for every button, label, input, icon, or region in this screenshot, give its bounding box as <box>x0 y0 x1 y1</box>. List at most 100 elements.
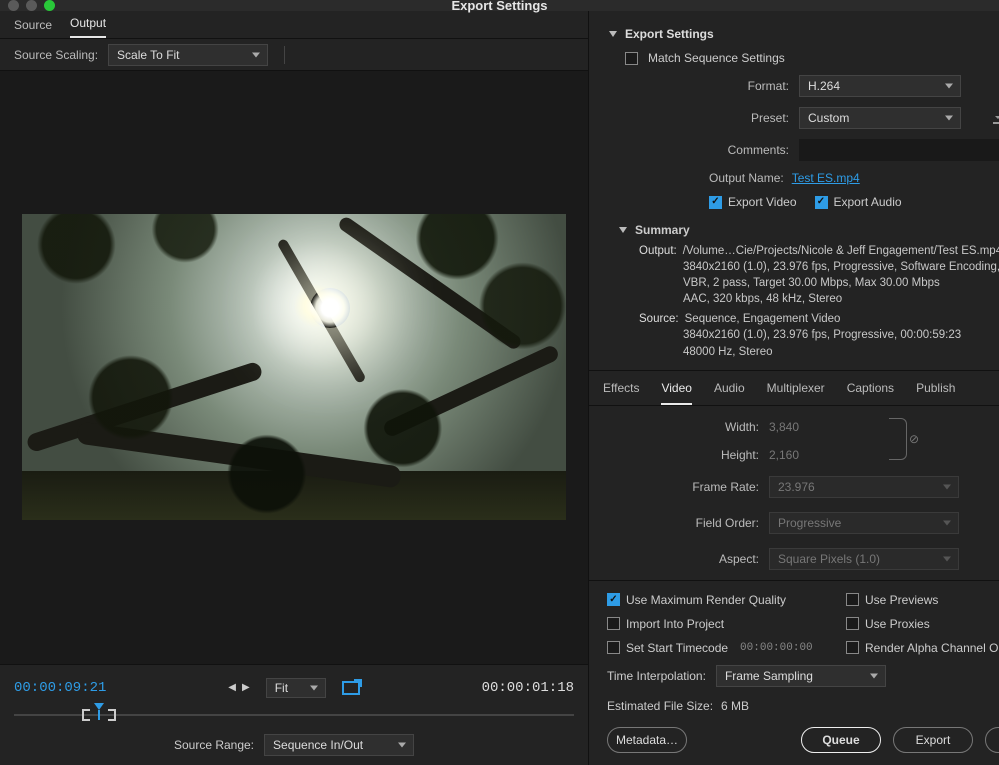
previews-label: Use Previews <box>865 593 938 607</box>
tab-output[interactable]: Output <box>70 16 106 38</box>
export-button[interactable]: Export <box>893 727 973 753</box>
time-interp-label: Time Interpolation: <box>607 669 706 683</box>
window-close-button[interactable] <box>8 0 19 11</box>
tab-audio[interactable]: Audio <box>714 381 745 405</box>
step-back-icon[interactable]: ◀ <box>228 682 236 693</box>
match-sequence-checkbox[interactable] <box>625 52 638 65</box>
video-settings-body: Width: 3,840 Height: 2,160 ⊘ Frame Rate:… <box>589 406 999 580</box>
source-scaling-label: Source Scaling: <box>14 48 98 62</box>
tab-publish[interactable]: Publish <box>916 381 955 405</box>
max-quality-checkbox[interactable] <box>607 593 620 606</box>
summary-output-line4: AAC, 320 kbps, 48 kHz, Stereo <box>639 291 999 307</box>
playhead-handle[interactable] <box>94 705 104 715</box>
aspect-label: Aspect: <box>609 552 759 566</box>
settings-panel: Export Settings Match Sequence Settings … <box>589 11 999 765</box>
summary-output-line2: 3840x2160 (1.0), 23.976 fps, Progressive… <box>639 259 999 275</box>
zoom-fit-select[interactable]: Fit <box>266 678 326 698</box>
alpha-checkbox[interactable] <box>846 641 859 654</box>
summary-output-line3: VBR, 2 pass, Target 30.00 Mbps, Max 30.0… <box>639 275 999 291</box>
export-settings-heading: Export Settings <box>625 27 714 41</box>
dimensions-bracket <box>889 418 907 460</box>
width-label: Width: <box>609 420 759 434</box>
framerate-select[interactable]: 23.976 <box>769 476 959 498</box>
output-name-label: Output Name: <box>709 171 784 185</box>
match-sequence-label: Match Sequence Settings <box>648 51 785 65</box>
transport-controls: 00:00:09:21 ◀ ▶ Fit 00:00:01:18 <box>0 664 588 765</box>
summary-output-path: /Volume…Cie/Projects/Nicole & Jeff Engag… <box>683 243 999 259</box>
format-select[interactable]: H.264 <box>799 75 961 97</box>
metadata-button[interactable]: Metadata… <box>607 727 687 753</box>
alpha-label: Render Alpha Channel Only <box>865 641 999 655</box>
comments-label: Comments: <box>609 143 789 157</box>
preset-label: Preset: <box>609 111 789 125</box>
source-range-label: Source Range: <box>174 738 254 752</box>
timecode-duration: 00:00:01:18 <box>482 680 574 696</box>
fieldorder-label: Field Order: <box>609 516 759 530</box>
cancel-button[interactable]: Cancel <box>985 727 999 753</box>
summary-heading: Summary <box>635 223 690 237</box>
summary-output-label: Output: <box>639 243 677 259</box>
export-audio-label: Export Audio <box>834 195 902 209</box>
preview-frame <box>22 214 566 520</box>
aspect-select[interactable]: Square Pixels (1.0) <box>769 548 959 570</box>
export-video-checkbox[interactable] <box>709 196 722 209</box>
preset-select[interactable]: Custom <box>799 107 961 129</box>
chevron-down-icon[interactable] <box>609 31 617 37</box>
range-slider[interactable] <box>14 705 574 725</box>
framerate-label: Frame Rate: <box>609 480 759 494</box>
safe-areas-icon[interactable] <box>342 681 360 695</box>
start-tc-value[interactable]: 00:00:00:00 <box>740 642 813 654</box>
height-value[interactable]: 2,160 <box>769 448 909 462</box>
tab-multiplexer[interactable]: Multiplexer <box>767 381 825 405</box>
preview-panel: Source Output Source Scaling: Scale To F… <box>0 11 589 765</box>
queue-button[interactable]: Queue <box>801 727 881 753</box>
import-project-label: Import Into Project <box>626 617 724 631</box>
source-range-select[interactable]: Sequence In/Out <box>264 734 414 756</box>
summary-source-line2: 3840x2160 (1.0), 23.976 fps, Progressive… <box>639 327 999 343</box>
start-tc-label: Set Start Timecode <box>626 641 728 655</box>
summary-block: Output: /Volume…Cie/Projects/Nicole & Jef… <box>639 243 999 360</box>
max-quality-label: Use Maximum Render Quality <box>626 593 786 607</box>
summary-source-line3: 48000 Hz, Stereo <box>639 344 999 360</box>
preview-tabs: Source Output <box>0 11 588 39</box>
format-label: Format: <box>609 79 789 93</box>
output-name-link[interactable]: Test ES.mp4 <box>792 171 860 185</box>
window-controls <box>8 0 55 11</box>
export-options-section: Use Maximum Render Quality Use Previews … <box>589 580 999 765</box>
tab-source[interactable]: Source <box>14 18 52 38</box>
link-dimensions-icon[interactable]: ⊘ <box>909 432 919 446</box>
tab-captions[interactable]: Captions <box>847 381 894 405</box>
comments-input[interactable] <box>799 139 999 161</box>
fieldorder-select[interactable]: Progressive <box>769 512 959 534</box>
chevron-down-icon[interactable] <box>619 227 627 233</box>
preview-area[interactable] <box>0 71 588 664</box>
height-label: Height: <box>609 448 759 462</box>
out-point-handle[interactable] <box>108 709 116 721</box>
source-scaling-select[interactable]: Scale To Fit <box>108 44 268 66</box>
estimated-size-label: Estimated File Size: <box>607 699 713 713</box>
titlebar: Export Settings <box>0 0 999 11</box>
window-minimize-button[interactable] <box>26 0 37 11</box>
tab-effects[interactable]: Effects <box>603 381 639 405</box>
summary-source-label: Source: <box>639 311 679 327</box>
step-back-one-icon[interactable]: ▶ <box>242 682 250 693</box>
save-preset-icon[interactable] <box>989 109 999 127</box>
in-point-handle[interactable] <box>82 709 90 721</box>
encoder-tabs: Effects Video Audio Multiplexer Captions… <box>589 371 999 406</box>
time-interp-select[interactable]: Frame Sampling <box>716 665 886 687</box>
summary-source-line1: Sequence, Engagement Video <box>685 311 999 327</box>
start-tc-checkbox[interactable] <box>607 641 620 654</box>
previews-checkbox[interactable] <box>846 593 859 606</box>
estimated-size-value: 6 MB <box>721 699 749 713</box>
width-value[interactable]: 3,840 <box>769 420 909 434</box>
timecode-current[interactable]: 00:00:09:21 <box>14 680 106 696</box>
proxies-label: Use Proxies <box>865 617 930 631</box>
tab-video[interactable]: Video <box>661 381 691 405</box>
import-project-checkbox[interactable] <box>607 617 620 630</box>
export-video-label: Export Video <box>728 195 797 209</box>
export-settings-window: Export Settings Source Output Source Sca… <box>0 0 999 743</box>
window-maximize-button[interactable] <box>44 0 55 11</box>
export-audio-checkbox[interactable] <box>815 196 828 209</box>
proxies-checkbox[interactable] <box>846 617 859 630</box>
step-back-controls: ◀ ▶ <box>228 682 249 693</box>
